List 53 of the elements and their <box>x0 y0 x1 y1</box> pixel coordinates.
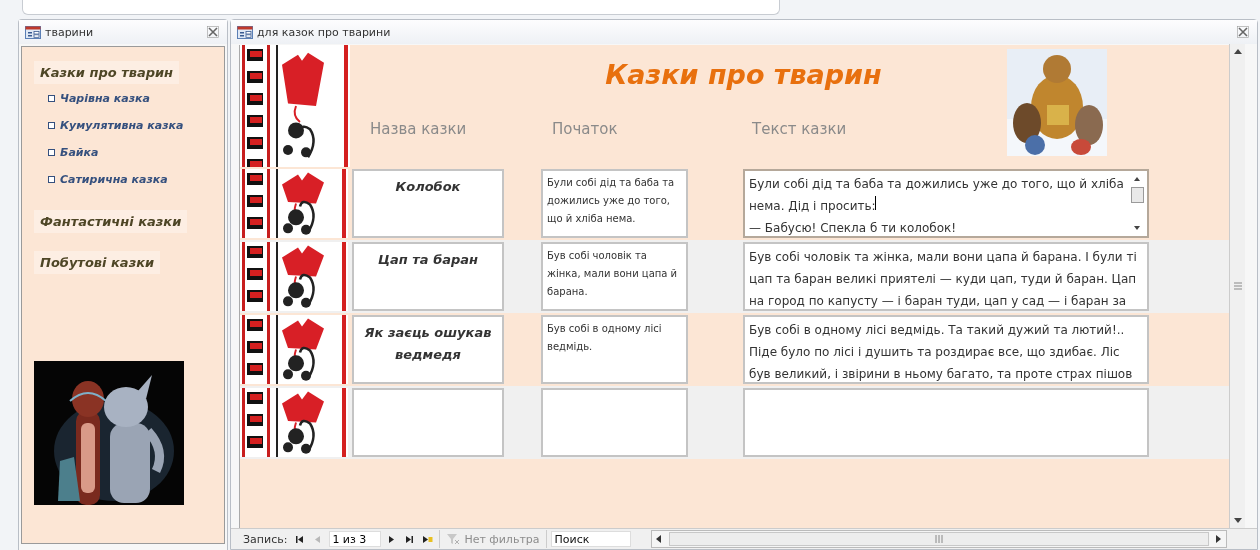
up-arrow-icon[interactable] <box>1232 48 1243 55</box>
last-record-icon[interactable] <box>405 534 416 544</box>
bullet-icon <box>48 122 55 129</box>
scroll-thumb[interactable] <box>668 532 1209 546</box>
name-field[interactable] <box>352 388 504 457</box>
menu-heading[interactable]: Казки про тварин <box>34 61 180 84</box>
horizontal-scrollbar[interactable] <box>650 530 1227 548</box>
new-record-icon[interactable] <box>423 534 434 544</box>
window-title: для казок про тварини <box>257 25 392 39</box>
text-field[interactable]: Був собі чоловік та жінка, мали вони цапа й барана. І були ті цап та баран великі приятелі — куди цап, туди й баран. Цап на город по капусту — і баран туди, цап у сад — і баран за <box>743 242 1149 311</box>
form-icon <box>237 25 253 39</box>
close-icon[interactable] <box>207 26 219 38</box>
menu-item[interactable]: Кумулятивна казка <box>60 119 184 132</box>
right-arrow-icon[interactable] <box>1215 534 1223 544</box>
menu-item[interactable]: Байка <box>60 146 99 159</box>
search-field[interactable]: Поиск <box>550 531 631 547</box>
grip-icon[interactable] <box>1232 282 1243 290</box>
start-field[interactable]: Були собі дід та баба та дожились уже до того, що й хліба нема. <box>541 169 688 238</box>
text-field[interactable]: Були собі дід та баба та дожились уже до того, що й хліба нема. Дід і просить: — Бабусю! Спекла б ти колобок! <box>743 169 1149 238</box>
bullet-icon <box>48 95 55 102</box>
down-arrow-icon[interactable] <box>1232 517 1243 524</box>
menu-heading[interactable]: Побутові казки <box>34 251 161 274</box>
text-field[interactable] <box>743 388 1149 457</box>
first-record-icon[interactable] <box>295 534 306 544</box>
up-arrow-icon[interactable] <box>1133 176 1141 182</box>
name-field[interactable]: Як заєць ошукав ведмедя <box>352 315 504 384</box>
name-field[interactable]: Колобок <box>352 169 504 238</box>
record-number-field[interactable]: 1 из 3 <box>329 531 382 547</box>
down-arrow-icon[interactable] <box>1133 225 1141 231</box>
close-icon[interactable] <box>1237 26 1249 38</box>
left-arrow-icon[interactable] <box>654 534 663 544</box>
column-label: Початок <box>552 120 619 138</box>
menu-item[interactable]: Чарівна казка <box>60 92 150 105</box>
form-title: Казки про тварин <box>604 59 883 90</box>
scroll-thumb[interactable] <box>1130 186 1144 203</box>
name-field[interactable]: Цап та баран <box>352 242 504 311</box>
grip-icon <box>934 534 943 544</box>
text-field[interactable]: Був собі в одному лісі ведмідь. Та такий дужий та лютий!.. Піде було по лісі і душить та роздирає все, що здибає. Ліс був великий, і звірини в ньому багато, та проте страх пішов <box>743 315 1149 384</box>
start-field[interactable]: Був собі в одному лісі ведмідь. <box>541 315 688 384</box>
filter-icon <box>446 533 461 545</box>
bullet-icon <box>48 149 55 156</box>
column-label: Назва казки <box>370 120 468 138</box>
vertical-scrollbar[interactable] <box>1229 44 1245 528</box>
form-icon <box>25 25 41 39</box>
menu-heading[interactable]: Фантастичні казки <box>34 210 188 233</box>
text-cursor <box>875 196 876 210</box>
window-title: тварини <box>45 25 95 39</box>
record-label: Запись: <box>243 532 288 546</box>
menu-item[interactable]: Сатирична казка <box>60 173 168 186</box>
start-field[interactable]: Був собі чоловік та жінка, мали вони цапа й барана. <box>541 242 688 311</box>
column-label: Текст казки <box>752 120 847 138</box>
start-field[interactable] <box>541 388 688 457</box>
bullet-icon <box>48 176 55 183</box>
